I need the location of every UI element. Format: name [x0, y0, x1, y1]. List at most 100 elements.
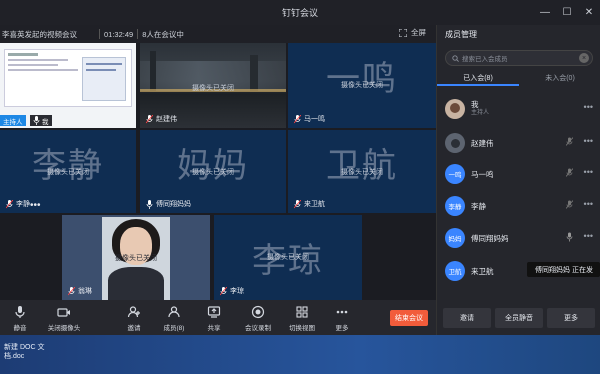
camera-off-text: 摄像头已关闭 — [341, 82, 383, 89]
members-button[interactable]: 成员(8) — [154, 300, 194, 335]
member-role: 主持人 — [471, 110, 490, 116]
members-label: 成员(8) — [163, 325, 185, 332]
video-tile-zhaojianwei[interactable]: 摄像头已关闭 赵建伟 — [140, 43, 286, 128]
avatar: 妈妈 — [445, 228, 465, 248]
window-controls: — ☐ ✕ — [534, 0, 600, 25]
member-row-zhaojianwei[interactable]: 赵建伟 ••• — [445, 131, 595, 155]
camera-off-text: 摄像头已关闭 — [341, 169, 383, 176]
camera-label: 关闭摄像头 — [47, 325, 81, 332]
mic-icon — [146, 199, 153, 209]
tile-name: 来卫航 — [304, 201, 325, 208]
invite-label: 邀请 — [127, 325, 141, 332]
more-icon[interactable]: ••• — [584, 102, 593, 112]
record-button[interactable]: 会议录制 — [234, 300, 282, 335]
record-label: 会议录制 — [245, 325, 271, 332]
members-icon — [168, 306, 180, 318]
tab-not-joined[interactable]: 未入会(0) — [519, 70, 600, 86]
switch-view-label: 切换视图 — [289, 325, 315, 332]
fullscreen-label: 全屏 — [411, 28, 426, 37]
minimize-icon[interactable]: — — [534, 0, 556, 25]
video-tile-laiweihang[interactable]: 卫航 摄像头已关闭 来卫航 — [288, 130, 436, 213]
mute-all-button[interactable]: 全员静音 — [495, 308, 543, 328]
more-icon — [336, 310, 348, 314]
more-icon[interactable]: ••• — [584, 231, 593, 241]
camera-button[interactable]: 关闭摄像头 — [40, 300, 88, 335]
switch-view-button[interactable]: 切换视图 — [282, 300, 322, 335]
grid-view-icon — [296, 306, 308, 318]
add-user-icon — [127, 306, 140, 318]
member-name: 李静 — [471, 201, 486, 211]
member-row-futongxiang-mom[interactable]: 妈妈 傅同翔妈妈 ••• — [445, 226, 595, 250]
mute-button[interactable]: 静音 — [0, 300, 40, 335]
video-tile-lijing[interactable]: 李静 摄像头已关闭 李静 ••• — [0, 130, 136, 213]
desktop-file-label[interactable]: 新建 DOC 文档.doc — [4, 343, 64, 361]
video-tile-wenglin[interactable]: 摄像头已关闭 翁琳 — [62, 215, 210, 300]
mute-label: 静音 — [13, 325, 27, 332]
video-tile-self[interactable]: 主持人 我 — [0, 43, 136, 128]
mic-muted-icon[interactable] — [566, 137, 573, 147]
more-icon[interactable]: ••• — [584, 136, 593, 146]
avatar: 李静 — [445, 196, 465, 216]
microphone-icon — [15, 306, 25, 318]
window-title: 钉钉会议 — [281, 8, 318, 18]
camera-off-text: 摄像头已关闭 — [192, 169, 234, 176]
end-meeting-button[interactable]: 结束会议 — [390, 310, 428, 326]
video-grid: 主持人 我 摄像头已关闭 赵建伟 一鸣 摄像头已关闭 马一鸣 李静 摄像头已关闭… — [0, 43, 436, 300]
tile-name: 李琼 — [230, 288, 244, 295]
tile-name: 翁琳 — [78, 288, 92, 295]
tile-name: 李静 — [16, 201, 30, 208]
member-row-lijing[interactable]: 李静 李静 ••• — [445, 194, 595, 218]
speaking-tooltip: 傅同翔妈妈 正在发 — [527, 262, 600, 277]
mic-muted-icon — [146, 114, 153, 123]
invite-button[interactable]: 邀请 — [114, 300, 154, 335]
camera-icon — [57, 308, 70, 317]
member-search-input[interactable]: 搜索已入会成员 × — [445, 50, 593, 66]
maximize-icon[interactable]: ☐ — [556, 0, 578, 25]
more-button[interactable]: 更多 — [547, 308, 595, 328]
mic-icon — [33, 116, 40, 125]
meeting-info-bar: 李喜英发起的视频会议 01:32:49 8人在会议中 全屏 — [0, 25, 436, 43]
title-bar: 钉钉会议 — ☐ ✕ — [0, 0, 600, 25]
tab-joined[interactable]: 已入会(8) — [437, 70, 519, 86]
host-badge: 主持人 — [0, 115, 26, 126]
invite-button[interactable]: 邀请 — [443, 308, 491, 328]
more-button[interactable]: 更多 — [322, 300, 362, 335]
mic-muted-icon — [294, 114, 301, 123]
video-tile-liqiong[interactable]: 李琼 摄像头已关闭 李琼 — [214, 215, 362, 300]
close-icon[interactable]: ✕ — [578, 0, 600, 25]
tile-name: 傅同翔妈妈 — [156, 201, 191, 208]
attendance-count: 8人在会议中 — [142, 29, 184, 39]
member-row-mayiming[interactable]: 一鸣 马一鸣 ••• — [445, 162, 595, 186]
share-button[interactable]: 共享 — [194, 300, 234, 335]
avatar-big-text: 妈妈 — [177, 146, 249, 186]
camera-off-text: 摄像头已关闭 — [115, 255, 157, 262]
mic-muted-icon[interactable] — [566, 200, 573, 210]
search-icon — [452, 54, 459, 62]
mic-muted-icon[interactable] — [566, 168, 573, 178]
more-label: 更多 — [335, 325, 349, 332]
member-management-panel: 成员管理 搜索已入会成员 × 已入会(8) 未入会(0) 我主持人 ••• 赵建… — [436, 25, 600, 335]
more-icon[interactable]: ••• — [30, 200, 41, 211]
mic-icon[interactable] — [566, 232, 573, 242]
mic-muted-icon — [294, 199, 301, 208]
member-row-self[interactable]: 我主持人 ••• — [445, 97, 595, 121]
member-name: 我 — [471, 100, 479, 109]
member-name: 来卫航 — [471, 266, 494, 276]
member-name: 赵建伟 — [471, 138, 494, 148]
panel-actions: 邀请 全员静音 更多 — [443, 308, 595, 328]
meeting-toolbar: 静音 关闭摄像头 邀请 成员(8) 共享 会议录制 切换视图 更多 结束会议 — [0, 300, 436, 335]
tile-name: 马一鸣 — [304, 116, 325, 123]
more-icon[interactable]: ••• — [584, 199, 593, 209]
fullscreen-button[interactable]: 全屏 — [399, 27, 426, 38]
member-name: 马一鸣 — [471, 169, 494, 179]
video-tile-mayiming[interactable]: 一鸣 摄像头已关闭 马一鸣 — [288, 43, 436, 128]
tile-name: 赵建伟 — [156, 116, 177, 123]
more-icon[interactable]: ••• — [584, 167, 593, 177]
clear-search-icon[interactable]: × — [579, 53, 589, 63]
share-screen-icon — [207, 306, 221, 318]
video-tile-futongxiang-mom[interactable]: 妈妈 摄像头已关闭 傅同翔妈妈 — [140, 130, 286, 213]
avatar — [445, 133, 465, 153]
desktop-background — [0, 335, 600, 374]
camera-off-text: 摄像头已关闭 — [47, 169, 89, 176]
mic-muted-icon — [220, 286, 227, 295]
